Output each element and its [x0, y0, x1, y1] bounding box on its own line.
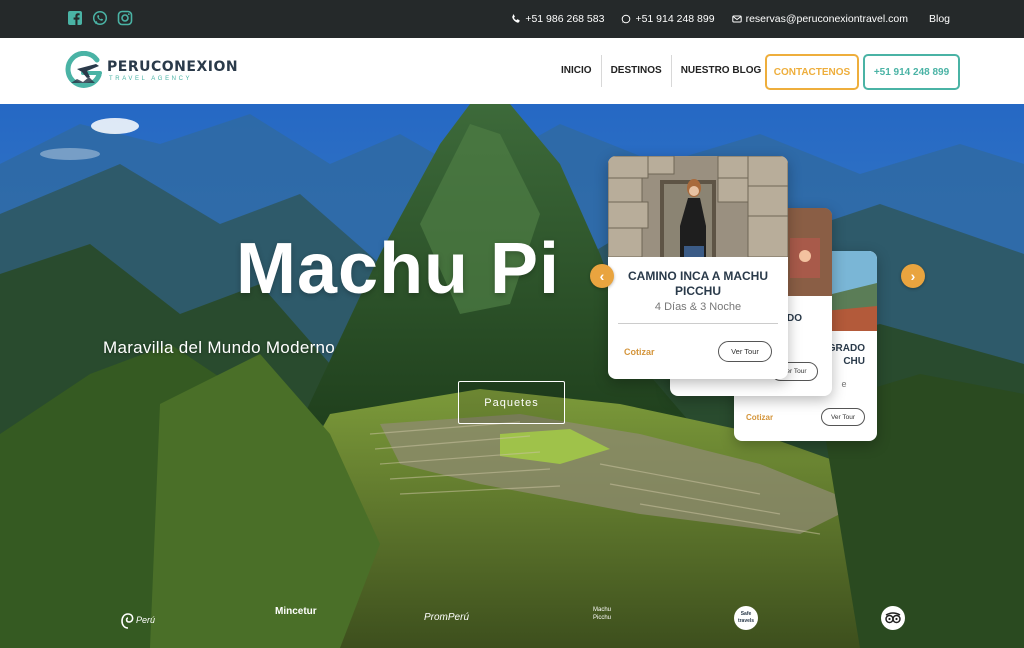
top-bar: +51 986 268 583 +51 914 248 899 reservas… [0, 0, 1024, 38]
partner-logos: Perú Mincetur PromPerú Machu Picchu Safe… [0, 604, 1024, 640]
tour-card-3-ver-tour-button[interactable]: Ver Tour [821, 408, 865, 426]
tour-card-3-cotizar-link[interactable]: Cotizar [746, 413, 773, 422]
phone-text-2: +51 914 248 899 [635, 13, 715, 25]
tour-card-1-image [608, 156, 788, 257]
machu-picchu-logo: Machu Picchu [592, 607, 611, 621]
tripadvisor-owl-icon [885, 612, 901, 624]
phone-button[interactable]: +51 914 248 899 [863, 54, 960, 90]
phone-text-1: +51 986 268 583 [525, 13, 605, 25]
tripadvisor-logo [881, 606, 905, 630]
nav-item-inicio[interactable]: INICIO [552, 55, 601, 87]
facebook-icon[interactable] [67, 10, 83, 26]
tour-card-1-title-line2: PICCHU [674, 284, 721, 298]
nav-item-destinos[interactable]: DESTINOS [602, 55, 671, 87]
mincetur-logo: Mincetur [275, 606, 317, 617]
logo[interactable]: PERUCONEXION TRAVEL AGENCY [63, 50, 238, 92]
hero-subtitle: Maravilla del Mundo Moderno [103, 338, 336, 357]
hero-section: Machu Pi Maravilla del Mundo Moderno Paq… [0, 104, 1024, 648]
tour-card-1[interactable]: CAMINO INCA A MACHU PICCHU 4 Días & 3 No… [608, 156, 788, 379]
peru-logo-text: Perú [136, 615, 156, 625]
logo-name-part1: PERU [107, 59, 151, 75]
chevron-right-icon: › [910, 268, 916, 284]
site-header: PERUCONEXION TRAVEL AGENCY INICIO DESTIN… [0, 38, 1024, 104]
logo-tagline: TRAVEL AGENCY [109, 76, 193, 82]
carousel-prev-button[interactable]: ‹ [590, 264, 614, 288]
main-nav: INICIO DESTINOS NUESTRO BLOG [552, 55, 770, 87]
logo-plane-icon [65, 51, 102, 88]
whatsapp-link[interactable]: +51 914 248 899 [621, 13, 715, 25]
envelope-icon [731, 15, 742, 23]
whatsapp-small-icon [622, 14, 631, 24]
logo-name: PERUCONEXION [107, 59, 238, 75]
logo-name-part2: CONEXION [150, 59, 239, 75]
tour-card-1-duration: 4 Días & 3 Noche [654, 301, 742, 313]
card-divider [618, 323, 778, 324]
phone-icon [512, 14, 521, 23]
hero-title: Machu Pi [236, 229, 561, 309]
peru-logo: Perú [118, 608, 158, 632]
whatsapp-icon[interactable] [92, 10, 108, 26]
packages-button[interactable]: Paquetes [458, 381, 565, 424]
phone-link-1[interactable]: +51 986 268 583 [511, 13, 604, 25]
tour-card-1-title: CAMINO INCA A MACHU PICCHU [608, 269, 788, 299]
safe-travels-logo: Safe travels [734, 606, 758, 630]
tour-card-1-title-line1: CAMINO INCA A MACHU [628, 269, 768, 283]
instagram-icon[interactable] [117, 10, 133, 26]
contact-button[interactable]: CONTACTENOS [765, 54, 859, 90]
blog-link[interactable]: Blog [929, 13, 950, 25]
nav-item-blog[interactable]: NUESTRO BLOG [672, 55, 771, 87]
contact-links: +51 986 268 583 +51 914 248 899 reservas… [511, 0, 950, 38]
promperu-logo: PromPerú [424, 612, 470, 623]
email-text: reservas@peruconexiontravel.com [745, 13, 908, 25]
chevron-left-icon: ‹ [599, 268, 605, 284]
email-link[interactable]: reservas@peruconexiontravel.com [731, 13, 908, 25]
tour-card-1-ver-tour-button[interactable]: Ver Tour [718, 341, 772, 362]
carousel-next-button[interactable]: › [901, 264, 925, 288]
tour-card-1-cotizar-link[interactable]: Cotizar [624, 347, 655, 357]
social-links [67, 10, 133, 26]
